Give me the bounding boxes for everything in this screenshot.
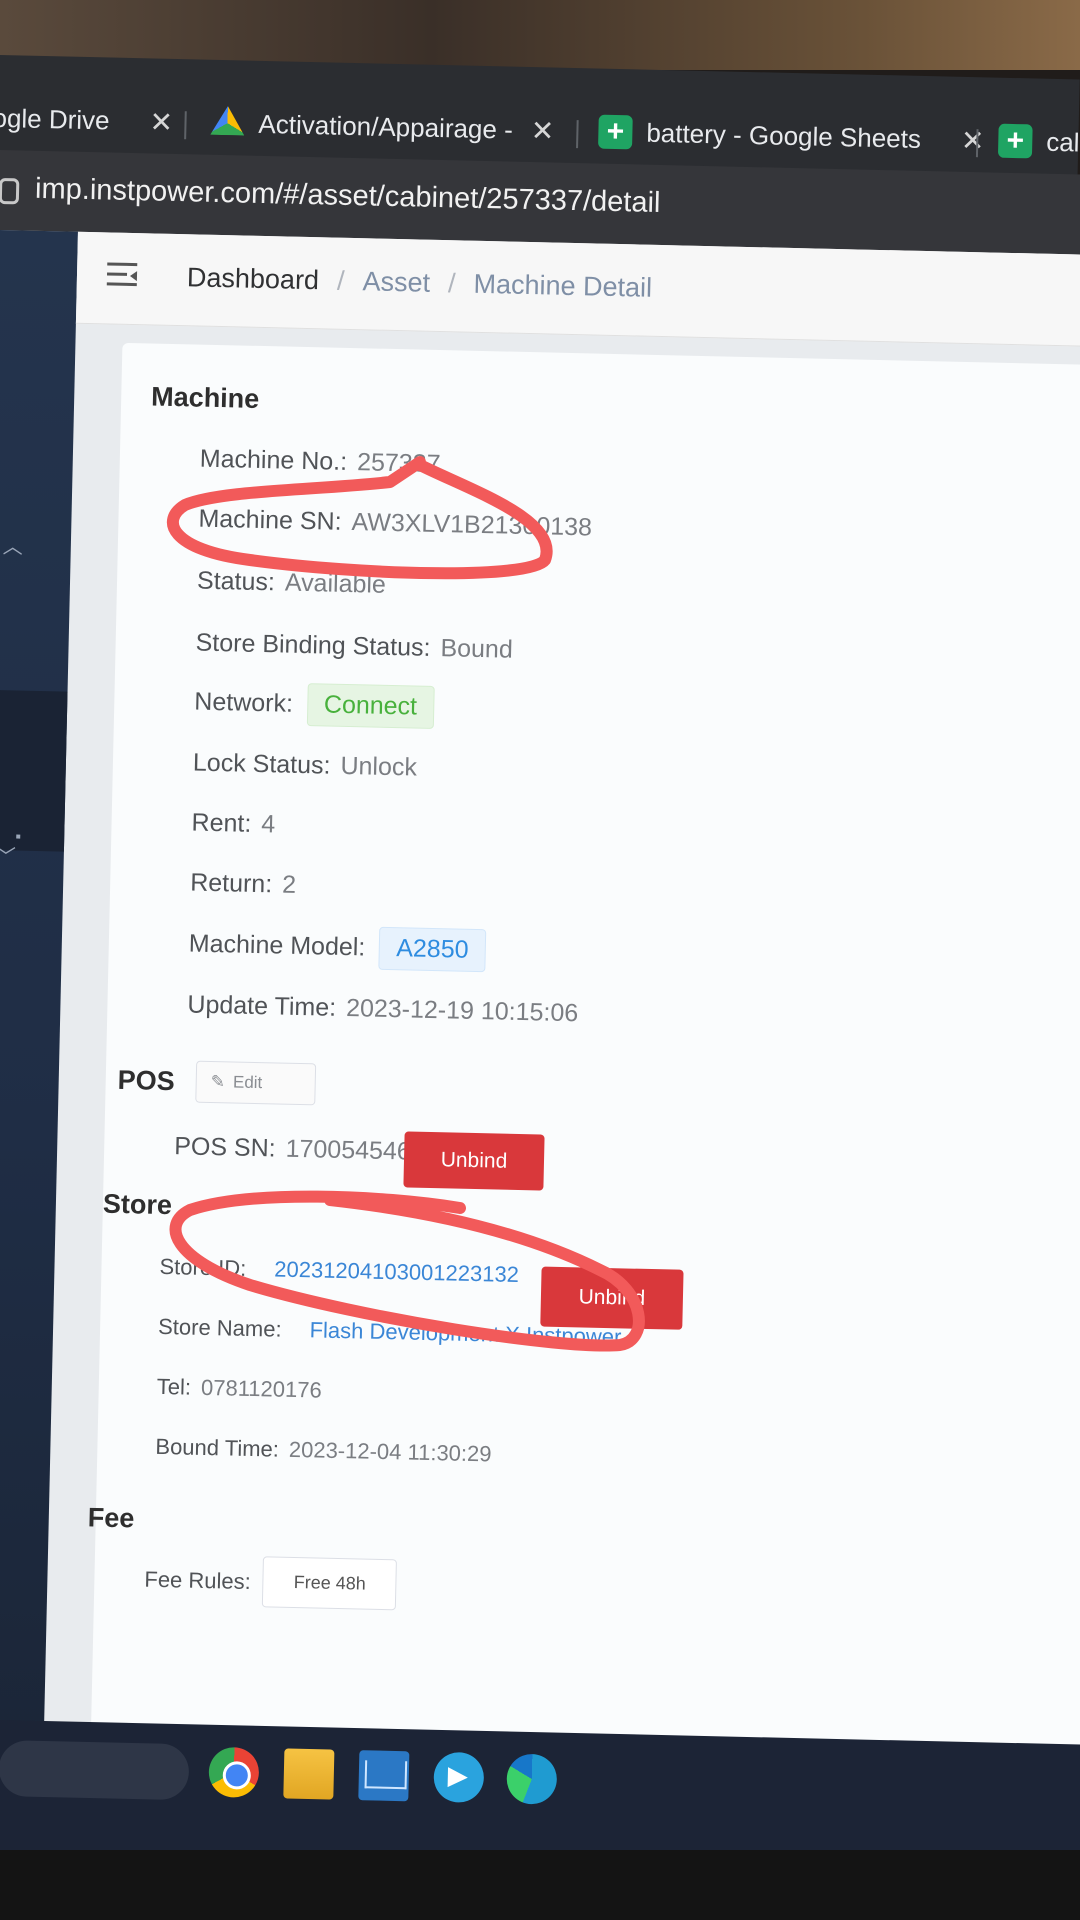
edge-icon[interactable] <box>506 1753 558 1805</box>
tab-divider <box>576 120 579 149</box>
tab-title: cal <box>1045 126 1080 158</box>
store-binding-value: Bound <box>440 634 514 664</box>
chevron-down-icon[interactable]: ﹀ <box>0 840 16 869</box>
google-sheets-icon: + <box>997 123 1033 159</box>
tab-title: battery - Google Sheets <box>646 117 922 154</box>
field-rent: Rent: 4 <box>191 809 275 840</box>
section-title-machine: Machine <box>150 381 260 414</box>
field-label: Machine SN: <box>198 504 342 536</box>
section-title-fee: Fee <box>87 1502 135 1534</box>
field-label: Lock Status: <box>192 748 331 780</box>
network-status-tag: Connect <box>306 683 435 729</box>
telegram-icon[interactable] <box>433 1751 485 1803</box>
page-viewport: ︿ ﹀ Dashboard / Asset / Machine Detail M… <box>0 230 1080 1766</box>
field-machine-model: Machine Model: A2850 <box>188 922 487 973</box>
breadcrumb-separator: / <box>447 268 456 299</box>
machine-sn-value: AW3XLV1B21300138 <box>351 508 593 542</box>
sidebar-bullet-icon <box>16 834 21 839</box>
store-id-link[interactable]: 20231204103001223132 <box>274 1256 519 1288</box>
breadcrumb-dashboard[interactable]: Dashboard <box>187 262 320 296</box>
field-lock-status: Lock Status: Unlock <box>193 749 418 783</box>
field-network: Network: Connect <box>194 681 435 729</box>
field-label: Fee Rules: <box>144 1566 252 1594</box>
google-sheets-icon: + <box>598 114 633 150</box>
chrome-icon[interactable] <box>208 1746 260 1798</box>
breadcrumb: Dashboard / Asset / Machine Detail <box>187 262 653 304</box>
close-icon[interactable]: ✕ <box>530 114 554 148</box>
bound-time-value: 2023-12-04 11:30:29 <box>288 1436 492 1467</box>
section-title-pos: POS <box>117 1064 176 1097</box>
edit-label: Edit <box>232 1072 263 1093</box>
field-label: Status: <box>196 566 276 597</box>
rent-value: 4 <box>261 810 276 839</box>
taskbar-search[interactable] <box>0 1739 190 1801</box>
browser-tab-drive[interactable]: ogle Drive ✕ <box>0 93 174 147</box>
field-label: POS SN: <box>173 1132 276 1163</box>
field-label: Machine No.: <box>199 444 348 476</box>
field-label: Rent: <box>191 808 252 838</box>
field-label: Network: <box>194 687 294 718</box>
breadcrumb-asset[interactable]: Asset <box>362 266 430 299</box>
chevron-up-icon[interactable]: ︿ <box>3 530 24 559</box>
site-info-icon[interactable] <box>0 177 20 205</box>
fee-rule-tag: Free 48h <box>262 1556 398 1611</box>
update-time-value: 2023-12-19 10:15:06 <box>345 994 579 1028</box>
field-store-id: Store ID: 20231204103001223132 <box>159 1254 519 1288</box>
laptop-bezel <box>0 1850 1080 1920</box>
machine-model-tag: A2850 <box>378 926 487 973</box>
mail-icon[interactable] <box>358 1750 410 1802</box>
machine-no-value: 257337 <box>356 448 441 479</box>
close-icon[interactable]: ✕ <box>961 123 985 157</box>
field-label: Update Time: <box>187 990 337 1022</box>
return-value: 2 <box>281 870 297 899</box>
field-return: Return: 2 <box>189 868 297 899</box>
detail-card: Machine Machine No.: 257337 Machine SN: … <box>87 342 1080 1766</box>
field-fee-rules: Fee Rules: Free 48h <box>144 1554 398 1611</box>
pencil-icon: ✎ <box>210 1072 226 1092</box>
menu-collapse-icon[interactable] <box>106 262 138 291</box>
lock-status-value: Unlock <box>340 751 418 782</box>
browser-tab-battery[interactable]: + battery - Google Sheets ✕ <box>598 107 985 166</box>
unbind-pos-button[interactable]: Unbind <box>403 1131 545 1191</box>
tab-title: ogle Drive <box>0 102 110 135</box>
sidebar: ︿ ﹀ <box>0 230 78 1742</box>
browser-tab-activation[interactable]: Activation/Appairage - ✕ <box>210 98 555 156</box>
browser-tab-cal[interactable]: + cal <box>997 116 1080 168</box>
url-text[interactable]: imp.instpower.com/#/asset/cabinet/257337… <box>35 173 661 220</box>
field-label: Store ID: <box>159 1253 247 1281</box>
field-update-time: Update Time: 2023-12-19 10:15:06 <box>187 990 578 1028</box>
breadcrumb-machine-detail: Machine Detail <box>473 268 653 303</box>
field-label: Store Binding Status: <box>195 628 431 662</box>
section-title-store: Store <box>102 1188 173 1221</box>
field-machine-sn: Machine SN: AW3XLV1B21300138 <box>198 505 592 543</box>
unbind-store-button[interactable]: Unbind <box>540 1266 684 1330</box>
sidebar-item-active[interactable] <box>0 689 68 852</box>
close-icon[interactable]: ✕ <box>149 105 173 139</box>
field-machine-no: Machine No.: 257337 <box>200 445 441 479</box>
field-label: Tel: <box>156 1373 192 1400</box>
field-label: Return: <box>189 868 273 899</box>
tab-divider <box>184 111 187 140</box>
field-status: Status: Available <box>197 567 386 600</box>
field-pos-sn: POS SN: 1700545464 <box>174 1132 425 1167</box>
field-bound-time: Bound Time: 2023-12-04 11:30:29 <box>155 1434 492 1468</box>
field-label: Store Name: <box>157 1313 282 1342</box>
field-tel: Tel: 0781120176 <box>156 1373 323 1404</box>
field-store-binding-status: Store Binding Status: Bound <box>195 629 513 665</box>
breadcrumb-separator: / <box>336 265 345 296</box>
file-explorer-icon[interactable] <box>283 1748 335 1800</box>
status-value: Available <box>284 568 387 599</box>
google-drive-icon <box>210 106 245 141</box>
edit-pos-button[interactable]: ✎ Edit <box>195 1060 317 1106</box>
field-label: Bound Time: <box>155 1433 280 1462</box>
tab-title: Activation/Appairage - <box>258 108 514 145</box>
tel-value: 0781120176 <box>200 1374 323 1403</box>
field-label: Machine Model: <box>188 929 366 962</box>
